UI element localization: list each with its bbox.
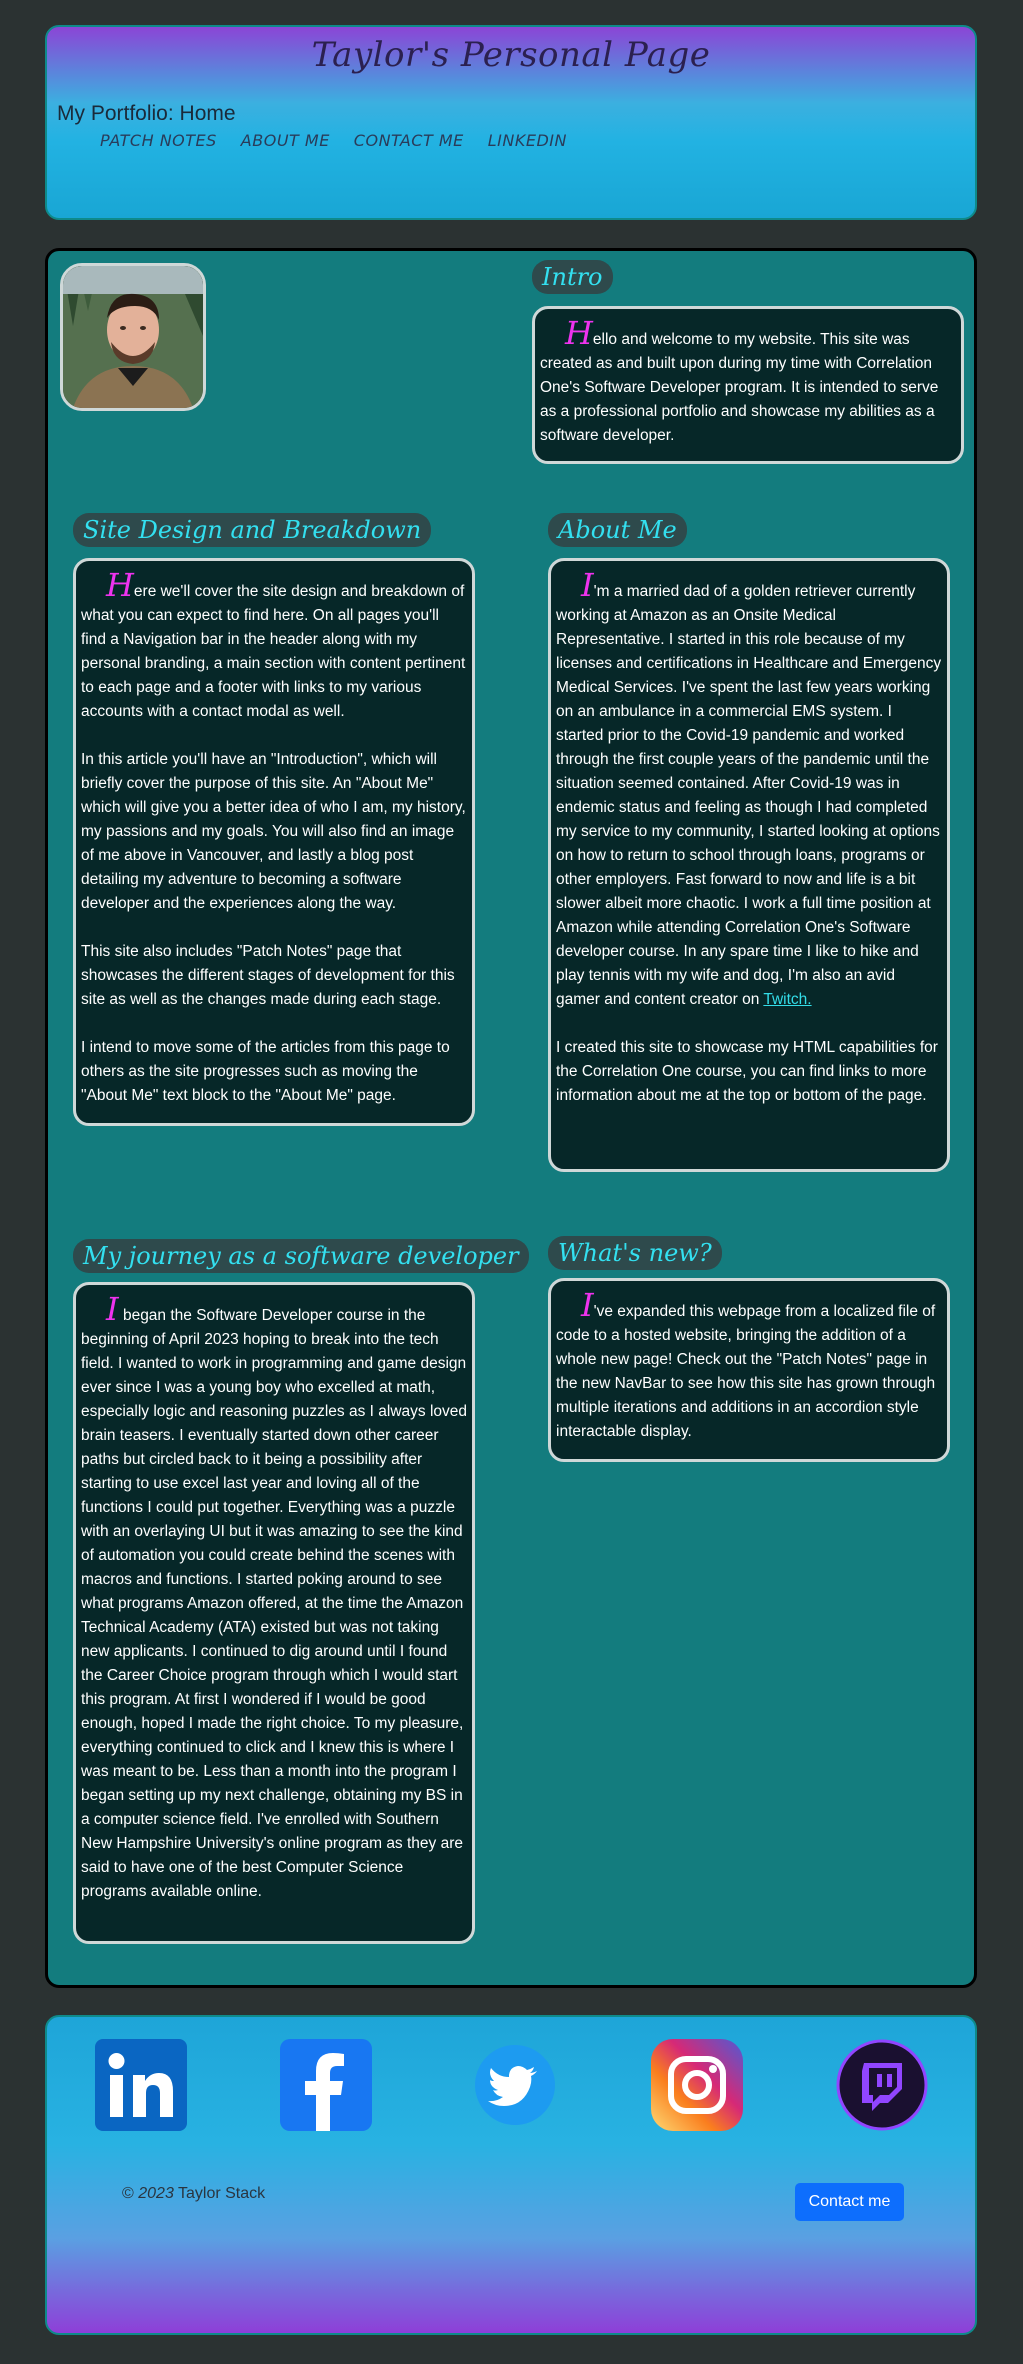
whats-new-dropcap: I: [581, 1286, 594, 1324]
copyright-year: 2023: [138, 2185, 174, 2202]
copyright: © 2023 Taylor Stack: [122, 2185, 265, 2203]
site-design-heading: Site Design and Breakdown: [73, 513, 432, 547]
twitch-icon[interactable]: [836, 2039, 928, 2131]
about-p1: 'm a married dad of a golden retriever c…: [556, 583, 942, 1008]
whats-new-text: 've expanded this webpage from a localiz…: [556, 1303, 936, 1440]
copyright-symbol: ©: [122, 2185, 134, 2202]
twitch-link[interactable]: Twitch.: [763, 991, 811, 1008]
whats-new-heading: What's new?: [548, 1236, 722, 1270]
whats-new-card: I've expanded this webpage from a locali…: [548, 1278, 950, 1462]
about-p2: I created this site to showcase my HTML …: [556, 1039, 938, 1104]
copyright-name: Taylor Stack: [178, 2185, 266, 2202]
journey-text: began the Software Developer course in t…: [81, 1307, 467, 1900]
twitter-icon[interactable]: [469, 2039, 561, 2131]
brand[interactable]: My Portfolio: Home: [57, 102, 236, 126]
linkedin-icon[interactable]: [95, 2039, 187, 2131]
site-footer: © 2023 Taylor Stack Contact me: [45, 2015, 977, 2335]
about-card: I'm a married dad of a golden retriever …: [548, 558, 950, 1172]
facebook-icon[interactable]: [280, 2039, 372, 2131]
site-design-p2: In this article you'll have an "Introduc…: [81, 751, 466, 912]
intro-heading: Intro: [532, 260, 613, 294]
site-design-dropcap: H: [106, 566, 134, 604]
navbar: PATCH NOTES ABOUT ME CONTACT ME LINKEDIN: [100, 131, 567, 150]
journey-card: I began the Software Developer course in…: [73, 1282, 475, 1944]
site-design-card: Here we'll cover the site design and bre…: [73, 558, 475, 1126]
avatar: [60, 263, 206, 411]
intro-text: ello and welcome to my website. This sit…: [540, 331, 939, 444]
page-title: Taylor's Personal Page: [311, 35, 711, 75]
journey-heading: My journey as a software developer: [73, 1239, 529, 1273]
about-heading: About Me: [548, 513, 687, 547]
about-dropcap: I: [581, 566, 594, 604]
journey-dropcap: I: [106, 1290, 119, 1328]
site-header: Taylor's Personal Page My Portfolio: Hom…: [45, 25, 977, 220]
instagram-icon[interactable]: [651, 2039, 743, 2131]
intro-card: Hello and welcome to my website. This si…: [532, 306, 964, 464]
site-design-p4: I intend to move some of the articles fr…: [81, 1039, 450, 1104]
nav-linkedin[interactable]: LINKEDIN: [488, 131, 567, 150]
nav-about-me[interactable]: ABOUT ME: [241, 131, 330, 150]
nav-patch-notes[interactable]: PATCH NOTES: [100, 131, 217, 150]
site-design-p3: This site also includes "Patch Notes" pa…: [81, 943, 455, 1008]
intro-dropcap: H: [565, 314, 593, 352]
main-content: Intro Hello and welcome to my website. T…: [45, 248, 977, 1988]
contact-me-button[interactable]: Contact me: [795, 2183, 904, 2221]
site-design-p1: ere we'll cover the site design and brea…: [81, 583, 466, 720]
nav-contact-me[interactable]: CONTACT ME: [354, 131, 464, 150]
